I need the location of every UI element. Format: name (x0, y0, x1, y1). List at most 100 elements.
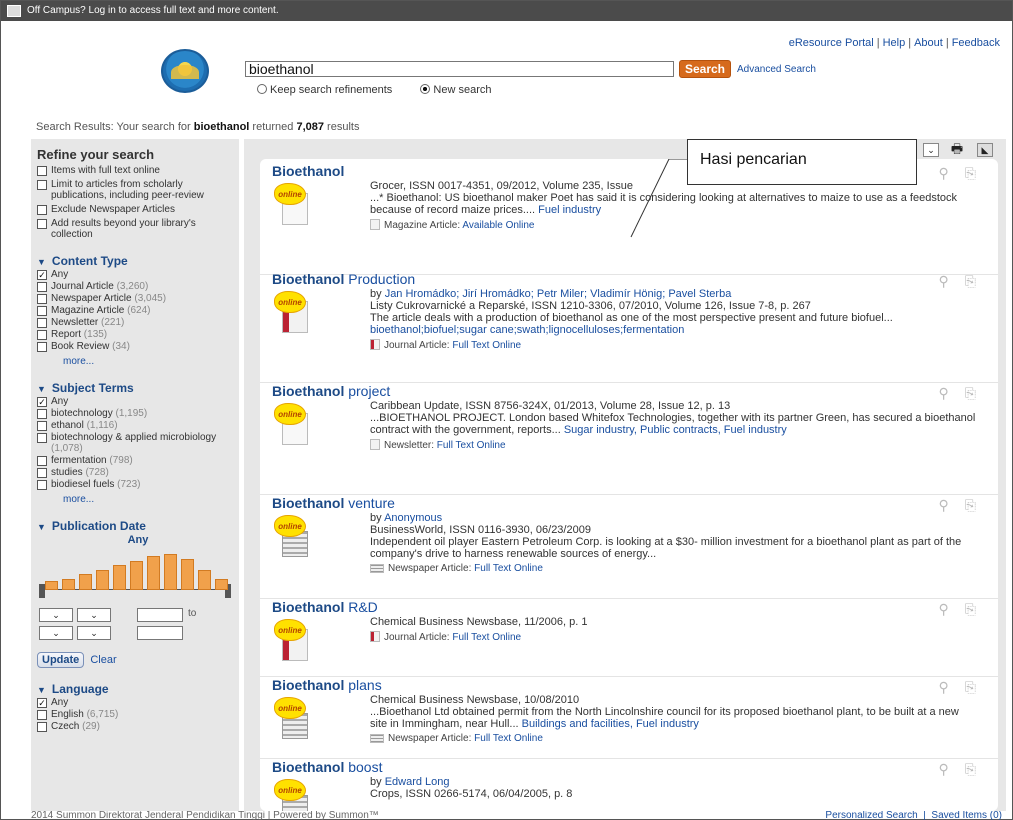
histogram-bar[interactable] (130, 561, 143, 590)
availability-link[interactable]: Full Text Online (474, 563, 543, 574)
link-help[interactable]: Help (883, 37, 906, 49)
save-icon[interactable]: ⎘ (965, 165, 976, 181)
availability-link[interactable]: Full Text Online (452, 340, 521, 351)
language-checkbox[interactable] (37, 722, 47, 732)
preview-icon[interactable]: ⚲ (939, 497, 949, 513)
refine-checkbox[interactable] (37, 219, 47, 229)
availability-link[interactable]: Full Text Online (474, 733, 543, 744)
result-title-link[interactable]: Bioethanol plans (272, 677, 382, 693)
availability-link[interactable]: Full Text Online (452, 632, 521, 643)
subject-term-checkbox[interactable] (37, 480, 47, 490)
content-type-option[interactable]: Newspaper Article (3,045) (37, 293, 239, 304)
end-day-select[interactable]: ⌄ (39, 626, 73, 640)
histogram-bar[interactable] (96, 570, 109, 590)
refine-option[interactable]: Limit to articles from scholarly publica… (37, 179, 239, 201)
language-option[interactable]: English (6,715) (37, 709, 239, 720)
result-title-link[interactable]: Bioethanol venture (272, 495, 395, 511)
keep-refinements-radio[interactable] (257, 84, 267, 94)
content-type-option[interactable]: Newsletter (221) (37, 317, 239, 328)
end-month-select[interactable]: ⌄ (77, 626, 111, 640)
link-about[interactable]: About (914, 37, 943, 49)
start-month-select[interactable]: ⌄ (77, 608, 111, 622)
start-year-input[interactable] (137, 608, 183, 622)
subject-term-option[interactable]: studies (728) (37, 467, 239, 478)
availability-link[interactable]: Available Online (462, 220, 534, 231)
preview-icon[interactable]: ⚲ (939, 679, 949, 695)
subject-links[interactable]: Sugar industry, Public contracts, Fuel i… (564, 424, 787, 436)
save-icon[interactable]: ⎘ (965, 761, 976, 777)
subject-links[interactable]: Buildings and facilities, Fuel industry (522, 718, 699, 730)
result-title-link[interactable]: Bioethanol R&D (272, 599, 378, 615)
save-icon[interactable]: ⎘ (965, 273, 976, 289)
subject-term-checkbox[interactable] (37, 421, 47, 431)
subject-term-option[interactable]: ethanol (1,116) (37, 420, 239, 431)
preview-icon[interactable]: ⚲ (939, 601, 949, 617)
result-title-link[interactable]: Bioethanol Production (272, 271, 415, 287)
result-title-link[interactable]: Bioethanol boost (272, 759, 382, 775)
start-day-select[interactable]: ⌄ (39, 608, 73, 622)
publication-date-heading[interactable]: ▼ Publication Date (37, 519, 239, 533)
author-links[interactable]: Jan Hromádko; Jirí Hromádko; Petr Miler;… (385, 288, 732, 300)
histogram-bar[interactable] (45, 581, 58, 590)
refine-option[interactable]: Exclude Newspaper Articles (37, 204, 239, 215)
subject-term-checkbox[interactable] (37, 409, 47, 419)
content-type-checkbox[interactable] (37, 318, 47, 328)
preview-icon[interactable]: ⚲ (939, 165, 949, 181)
content-type-checkbox[interactable] (37, 294, 47, 304)
refine-option[interactable]: Add results beyond your library's collec… (37, 218, 239, 240)
subject-term-checkbox[interactable] (37, 433, 47, 443)
content-type-checkbox[interactable] (37, 330, 47, 340)
save-icon[interactable]: ⎘ (965, 497, 976, 513)
subject-links[interactable]: Fuel industry (538, 204, 601, 216)
availability-link[interactable]: Full Text Online (437, 440, 506, 451)
result-title-link[interactable]: Bioethanol (272, 163, 344, 179)
subject-term-checkbox[interactable] (37, 468, 47, 478)
author-links[interactable]: Anonymous (384, 512, 442, 524)
histogram-bar[interactable] (79, 574, 92, 590)
advanced-search-link[interactable]: Advanced Search (737, 64, 816, 75)
histogram-bar[interactable] (147, 556, 160, 590)
link-feedback[interactable]: Feedback (952, 37, 1000, 49)
new-search-radio[interactable] (420, 84, 431, 94)
content-type-heading[interactable]: ▼ Content Type (37, 254, 239, 268)
content-type-option[interactable]: Book Review (34) (37, 341, 239, 352)
histogram-bar[interactable] (198, 570, 211, 590)
language-option[interactable]: Czech (29) (37, 721, 239, 732)
author-links[interactable]: Edward Long (385, 776, 450, 788)
subject-term-option[interactable]: biodiesel fuels (723) (37, 479, 239, 490)
refine-checkbox[interactable] (37, 205, 47, 215)
histogram-bar[interactable] (215, 579, 228, 590)
refine-option[interactable]: Items with full text online (37, 165, 239, 176)
link-eresource-portal[interactable]: eResource Portal (789, 37, 874, 49)
subject-term-option[interactable]: fermentation (798) (37, 455, 239, 466)
saved-items-link[interactable]: Saved Items (0) (931, 811, 1002, 820)
content-type-option[interactable]: Report (135) (37, 329, 239, 340)
clear-date-link[interactable]: Clear (90, 654, 116, 666)
content-type-any[interactable]: ✓ Any (37, 269, 239, 280)
save-icon[interactable]: ⎘ (965, 679, 976, 695)
subject-term-checkbox[interactable] (37, 456, 47, 466)
save-icon[interactable]: ⎘ (965, 601, 976, 617)
language-heading[interactable]: ▼ Language (37, 682, 239, 696)
histogram-bar[interactable] (113, 565, 126, 590)
update-date-button[interactable]: Update (37, 652, 85, 668)
off-campus-text[interactable]: Off Campus? Log in to access full text a… (27, 5, 279, 16)
content-type-checkbox[interactable] (37, 342, 47, 352)
content-type-option[interactable]: Magazine Article (624) (37, 305, 239, 316)
preview-icon[interactable]: ⚲ (939, 385, 949, 401)
refine-checkbox[interactable] (37, 180, 47, 190)
sort-dropdown[interactable]: ⌄ (923, 143, 939, 157)
content-type-option[interactable]: Journal Article (3,260) (37, 281, 239, 292)
publication-date-histogram[interactable] (37, 548, 239, 598)
language-checkbox[interactable] (37, 710, 47, 720)
subject-term-option[interactable]: biotechnology (1,195) (37, 408, 239, 419)
content-type-checkbox[interactable] (37, 306, 47, 316)
preview-icon[interactable]: ⚲ (939, 273, 949, 289)
print-icon[interactable]: 🖶 (949, 142, 965, 157)
language-any[interactable]: ✓ Any (37, 697, 239, 708)
subject-links[interactable]: bioethanol;biofuel;sugar cane;swath;lign… (370, 324, 684, 336)
subject-terms-any[interactable]: ✓ Any (37, 396, 239, 407)
histogram-bar[interactable] (181, 559, 194, 590)
rss-icon[interactable]: ◣ (977, 143, 993, 157)
refine-checkbox[interactable] (37, 166, 47, 176)
